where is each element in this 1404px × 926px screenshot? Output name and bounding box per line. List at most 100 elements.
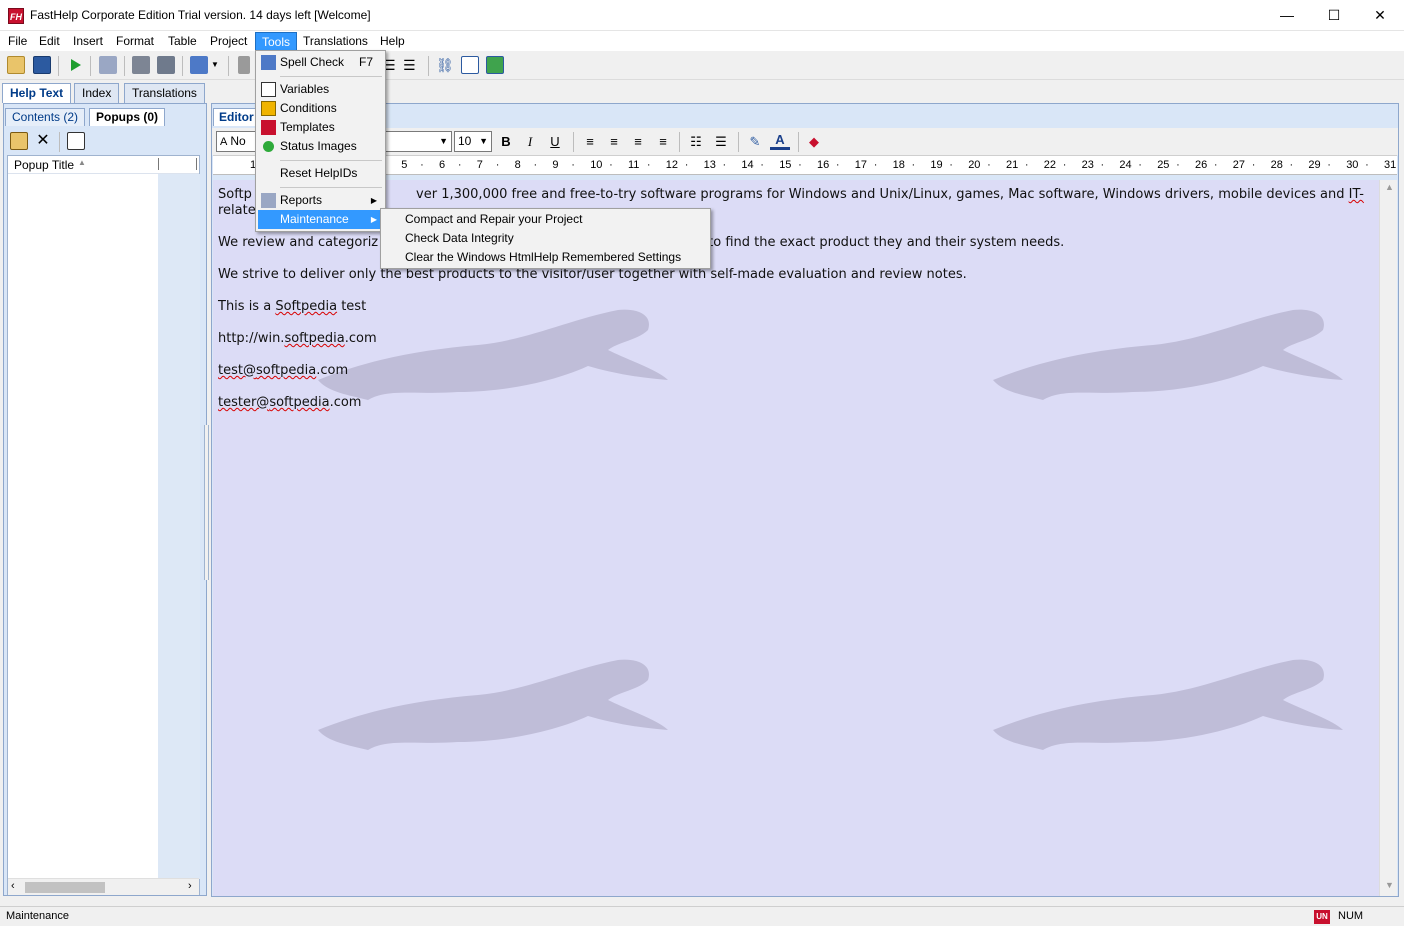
scroll-thumb[interactable] — [25, 882, 105, 893]
ruler-label: 22 — [1043, 159, 1057, 171]
font-color-icon[interactable]: A — [770, 132, 790, 150]
text-run: to find the exact product they and their… — [708, 235, 1065, 250]
menu-format[interactable]: Format — [110, 32, 160, 51]
ruler-dot: · — [1289, 159, 1294, 171]
popup-title-header[interactable]: Popup Title — [14, 158, 74, 172]
scroll-up-icon[interactable]: ▲ — [1385, 182, 1394, 192]
popup-list-header[interactable]: Popup Title ▲ — [8, 156, 199, 174]
menu-item-check-integrity[interactable]: Check Data Integrity — [383, 229, 708, 248]
menu-translations[interactable]: Translations — [297, 32, 374, 51]
ruler-label: 7 — [476, 159, 483, 171]
menu-edit[interactable]: Edit — [33, 32, 66, 51]
find-icon[interactable] — [132, 56, 150, 74]
menu-item-reports[interactable]: Reports ▶ — [258, 191, 383, 210]
outdent-icon[interactable]: ☰ — [403, 56, 421, 74]
chevron-down-icon[interactable]: ▼ — [211, 56, 221, 74]
menu-item-spell-check[interactable]: Spell Check F7 — [258, 53, 383, 72]
menu-help[interactable]: Help — [374, 32, 411, 51]
cheetah-watermark — [318, 659, 668, 750]
tab-popups[interactable]: Popups (0) — [89, 108, 165, 126]
menu-project[interactable]: Project — [204, 32, 253, 51]
chevron-down-icon: ▼ — [439, 136, 448, 146]
minimize-button[interactable]: — — [1264, 0, 1310, 31]
menu-item-reset-helpids[interactable]: Reset HelpIDs — [258, 164, 383, 183]
status-check-icon — [263, 141, 274, 152]
tab-contents[interactable]: Contents (2) — [5, 108, 86, 126]
menu-item-maintenance[interactable]: Maintenance ▶ — [258, 210, 383, 229]
new-popup-icon[interactable] — [10, 132, 28, 150]
sort-asc-icon: ▲ — [78, 158, 86, 167]
highlight-icon[interactable]: ✎ — [745, 132, 765, 152]
ruler-dot: · — [571, 159, 575, 171]
menu-table[interactable]: Table — [162, 32, 203, 51]
ruler-label: 18 — [892, 159, 905, 171]
cut-icon[interactable] — [238, 56, 250, 74]
ruler-dot: · — [722, 159, 727, 171]
ruler-label: 5 — [401, 159, 408, 171]
run-icon[interactable] — [66, 56, 84, 74]
paragraph-6: test@softpedia.com — [218, 363, 349, 378]
submenu-arrow-icon: ▶ — [370, 215, 377, 224]
open-project-icon[interactable] — [7, 56, 25, 74]
italic-button[interactable]: I — [520, 132, 540, 152]
menu-item-templates[interactable]: Templates — [258, 118, 383, 137]
spellcheck-icon[interactable] — [190, 56, 208, 74]
menu-insert[interactable]: Insert — [67, 32, 109, 51]
menu-item-status-images[interactable]: Status Images — [258, 137, 383, 156]
scroll-down-icon[interactable]: ▼ — [1385, 880, 1394, 890]
popup-toolbar: ✕ — [6, 128, 204, 153]
menu-tools[interactable]: Tools — [255, 32, 298, 51]
bullet-list-icon[interactable]: ☰ — [711, 132, 731, 152]
compile-icon[interactable] — [99, 56, 117, 74]
ruler-label: 23 — [1081, 159, 1094, 171]
vertical-scrollbar[interactable]: ▲ ▼ — [1379, 180, 1397, 896]
bold-button[interactable]: B — [496, 132, 516, 152]
horizontal-scrollbar[interactable]: ‹ › — [8, 878, 199, 895]
scroll-left-icon[interactable]: ‹ — [11, 880, 15, 892]
maximize-button[interactable]: ☐ — [1311, 0, 1357, 31]
numbered-list-icon[interactable]: ☷ — [686, 132, 706, 152]
menu-file[interactable]: File — [2, 32, 33, 51]
menu-item-clear-settings[interactable]: Clear the Windows HtmlHelp Remembered Se… — [383, 248, 708, 267]
num-lock-indicator: NUM — [1338, 910, 1364, 922]
ruler[interactable]: 1·2·3·4·5·6·7·8·9·10·11·12·13·14·15·16·1… — [213, 155, 1397, 175]
replace-icon[interactable] — [157, 56, 175, 74]
ruler-label: 6 — [439, 159, 446, 171]
ruler-label: 31 — [1384, 159, 1397, 171]
tab-translations[interactable]: Translations — [124, 83, 205, 103]
left-tabs: Help Text Index Translations — [0, 83, 210, 103]
image-icon[interactable] — [486, 56, 504, 74]
background-color-icon[interactable]: ◆ — [804, 132, 824, 152]
table-icon[interactable] — [461, 56, 479, 74]
align-right-icon[interactable]: ≡ — [628, 132, 648, 152]
close-button[interactable]: ✕ — [1357, 0, 1403, 31]
menu-item-conditions[interactable]: Conditions — [258, 99, 383, 118]
font-size-combo[interactable]: 10 ▼ — [454, 131, 492, 152]
ruler-dot: · — [646, 159, 651, 171]
popup-list[interactable]: Popup Title ▲ ‹ › — [7, 155, 200, 895]
main-toolbar: ▼ ☰ ☰ ⛓ — [0, 51, 1404, 80]
delete-icon[interactable]: ✕ — [34, 132, 52, 150]
document-area[interactable]: Softp ver 1,300,000 free and free-to-try… — [213, 180, 1379, 896]
ruler-dot: · — [1176, 159, 1180, 171]
tab-help-text[interactable]: Help Text — [2, 83, 72, 103]
justify-icon[interactable]: ≡ — [653, 132, 673, 152]
panel-splitter[interactable] — [204, 425, 209, 580]
scroll-right-icon[interactable]: › — [188, 880, 192, 892]
popup-properties-icon[interactable] — [67, 132, 85, 150]
ruler-label: 13 — [703, 159, 716, 171]
save-icon[interactable] — [33, 56, 51, 74]
menu-item-compact-repair[interactable]: Compact and Repair your Project — [383, 210, 708, 229]
align-center-icon[interactable]: ≡ — [604, 132, 624, 152]
cheetah-watermark — [993, 659, 1343, 750]
ruler-dot: · — [873, 159, 878, 171]
underline-button[interactable]: U — [545, 132, 565, 152]
tab-index[interactable]: Index — [74, 83, 120, 103]
ruler-label: 10 — [590, 159, 603, 171]
tab-editor[interactable]: Editor — [213, 108, 260, 126]
link-icon[interactable]: ⛓ — [436, 56, 454, 74]
align-left-icon[interactable]: ≡ — [580, 132, 600, 152]
ruler-label: 21 — [1006, 159, 1019, 171]
menu-item-variables[interactable]: Variables — [258, 80, 383, 99]
style-value: No — [230, 134, 246, 148]
